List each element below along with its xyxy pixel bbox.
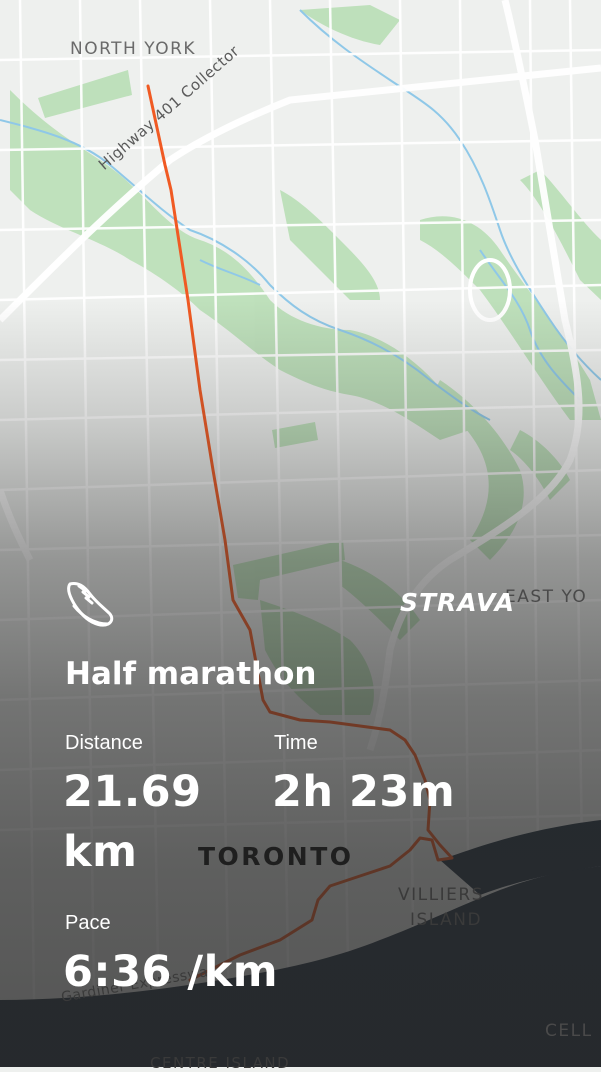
route-map <box>0 0 601 1067</box>
strava-logo: STRAVA <box>400 588 515 617</box>
map-label-east-york: EAST YO <box>505 587 588 607</box>
pace-value: 6:36 /km <box>63 947 279 997</box>
map-label-villiers: VILLIERS <box>398 885 484 905</box>
activity-title: Half marathon <box>65 656 317 692</box>
map-label-centre-island: CENTRE ISLAND <box>150 1054 291 1072</box>
time-value: 2h 23m <box>272 767 456 817</box>
pace-label: Pace <box>65 912 111 934</box>
time-label: Time <box>274 732 318 754</box>
running-shoe-icon <box>67 582 114 627</box>
distance-label: Distance <box>65 732 143 754</box>
map-label-cell: CELL <box>545 1021 593 1041</box>
map-label-north-york: NORTH YORK <box>70 39 197 59</box>
distance-value: 21.69 km <box>63 767 202 877</box>
map-label-island: ISLAND <box>410 910 483 930</box>
